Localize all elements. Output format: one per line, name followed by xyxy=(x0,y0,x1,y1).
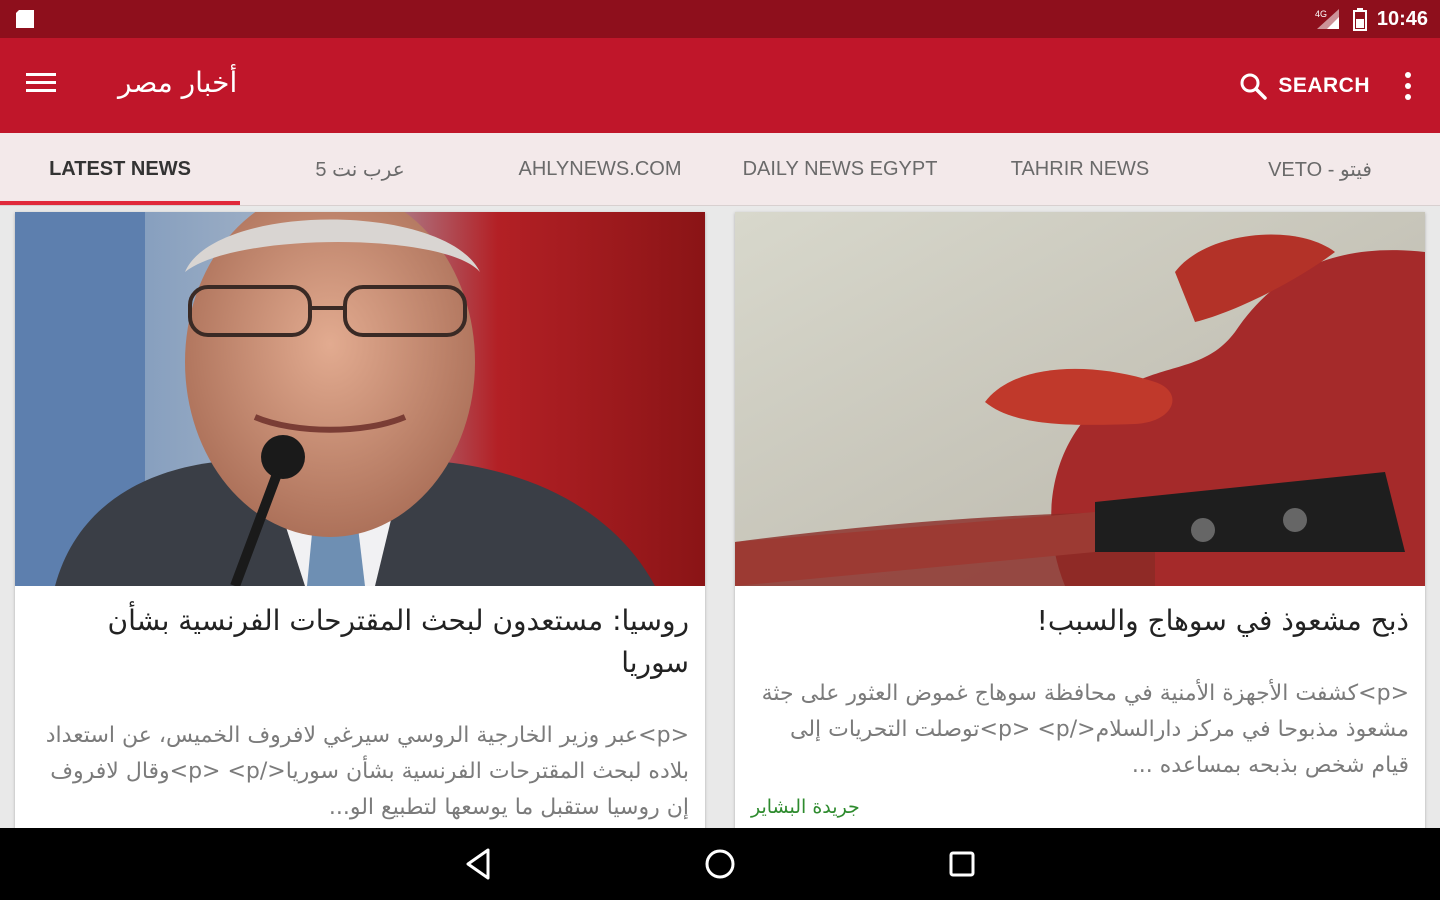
news-card[interactable]: روسيا: مستعدون لبحث المقترحات الفرنسية ب… xyxy=(15,212,705,828)
search-icon xyxy=(1240,73,1268,100)
hamburger-icon xyxy=(26,73,56,92)
back-icon xyxy=(466,848,490,880)
svg-text:4G: 4G xyxy=(1315,9,1327,19)
app-bar: أخبار مصر SEARCH xyxy=(0,38,1440,133)
source-tabs: LATEST NEWS 5 عرب نت AHLYNEWS.COM DAILY … xyxy=(0,133,1440,206)
article-summary: <p>عبر وزير الخارجية الروسي سيرغي لافروف… xyxy=(45,723,689,820)
battery-icon xyxy=(1352,8,1367,31)
status-bar: 4G 10:46 xyxy=(0,0,1440,38)
back-button[interactable] xyxy=(456,844,500,884)
article-title: ذبح مشعوذ في سوهاج والسبب! xyxy=(1036,604,1409,637)
sd-card-icon xyxy=(16,10,34,28)
article-title: روسيا: مستعدون لبحث المقترحات الفرنسية ب… xyxy=(107,604,689,679)
tab-veto[interactable]: VETO - فيتو xyxy=(1200,133,1440,205)
signal-icon: 4G xyxy=(1315,9,1339,29)
article-summary: <p>كشفت الأجهزة الأمنية في محافظة سوهاج … xyxy=(761,681,1409,778)
more-vert-icon xyxy=(1405,72,1411,100)
status-time: 10:46 xyxy=(1376,7,1428,30)
tab-ahlynews[interactable]: AHLYNEWS.COM xyxy=(480,133,720,205)
tab-daily-news-egypt[interactable]: DAILY NEWS EGYPT xyxy=(720,133,960,205)
recents-icon xyxy=(949,851,975,877)
search-button[interactable]: SEARCH xyxy=(1238,66,1370,106)
overflow-menu-button[interactable] xyxy=(1396,68,1420,104)
home-icon xyxy=(705,849,735,879)
article-source[interactable]: جريدة البشاير xyxy=(751,796,860,818)
article-image xyxy=(735,212,1425,586)
app-title: أخبار مصر xyxy=(118,66,238,99)
article-image xyxy=(15,212,705,586)
search-label: SEARCH xyxy=(1278,74,1370,97)
home-button[interactable] xyxy=(698,844,742,884)
recents-button[interactable] xyxy=(940,844,984,884)
system-nav-bar xyxy=(0,828,1440,900)
news-list: روسيا: مستعدون لبحث المقترحات الفرنسية ب… xyxy=(0,206,1440,828)
tab-latest-news[interactable]: LATEST NEWS xyxy=(0,133,240,205)
news-card[interactable]: ذبح مشعوذ في سوهاج والسبب! <p>كشفت الأجه… xyxy=(735,212,1425,828)
tab-tahrir-news[interactable]: TAHRIR NEWS xyxy=(960,133,1200,205)
tab-5-arab-net[interactable]: 5 عرب نت xyxy=(240,133,480,205)
menu-button[interactable] xyxy=(24,68,62,102)
